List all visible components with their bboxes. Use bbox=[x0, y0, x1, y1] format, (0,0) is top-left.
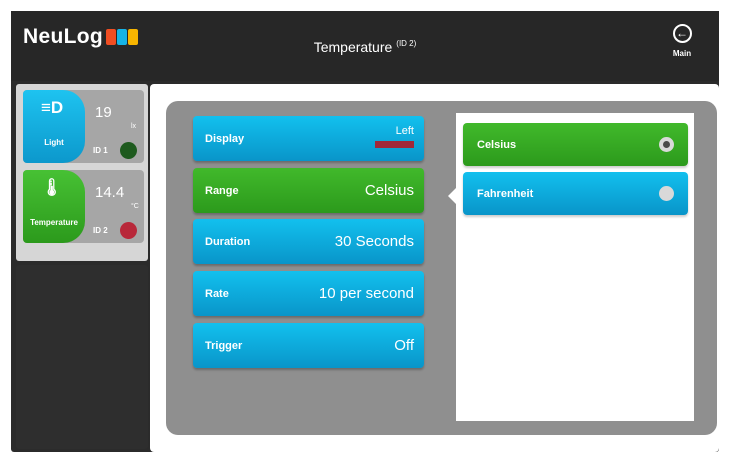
sensor-unit: °C bbox=[131, 203, 139, 210]
range-setting-button[interactable]: Range Celsius bbox=[193, 168, 424, 213]
top-bar: NeuLog Temperature (ID 2) ← Main bbox=[11, 11, 719, 81]
sensor-name: Temperature bbox=[30, 218, 78, 227]
setting-value: Off bbox=[394, 337, 414, 354]
setting-value: Celsius bbox=[364, 182, 414, 199]
setting-value: Left bbox=[395, 125, 414, 137]
range-options-list: Celsius Fahrenheit bbox=[456, 113, 694, 421]
sensor-status-dot bbox=[120, 222, 137, 239]
page-title-sensor-id: (ID 2) bbox=[396, 39, 417, 48]
sensor-card-light[interactable]: ≡D Light 19 lx ID 1 bbox=[23, 90, 144, 163]
option-fahrenheit[interactable]: Fahrenheit bbox=[463, 172, 688, 215]
setting-label: Trigger bbox=[205, 339, 243, 352]
sensor-unit: lx bbox=[131, 123, 137, 130]
sensor-name: Light bbox=[44, 138, 64, 147]
radio-unselected-icon[interactable] bbox=[659, 186, 674, 201]
setting-label: Duration bbox=[205, 235, 251, 248]
settings-panel: Display Left Range Celsius Duration 30 S… bbox=[166, 101, 717, 435]
setting-value: 30 Seconds bbox=[334, 233, 414, 250]
sensor-status-dot bbox=[120, 142, 137, 159]
display-color-swatch bbox=[375, 141, 414, 148]
setting-label: Range bbox=[205, 184, 239, 197]
page-title: Temperature (ID 2) bbox=[11, 39, 719, 55]
sensor-card-temperature[interactable]: 🌡 Temperature 14.4 °C ID 2 bbox=[23, 170, 144, 243]
sensor-tab-temperature[interactable]: 🌡 Temperature bbox=[23, 170, 85, 243]
thermometer-icon: 🌡 bbox=[41, 178, 63, 197]
display-value-group: Left bbox=[375, 125, 414, 148]
sensor-id: ID 1 bbox=[93, 146, 108, 155]
trigger-setting-button[interactable]: Trigger Off bbox=[193, 323, 424, 368]
option-label: Celsius bbox=[477, 138, 517, 151]
display-setting-button[interactable]: Display Left bbox=[193, 116, 424, 161]
sensor-id: ID 2 bbox=[93, 226, 108, 235]
setting-label: Rate bbox=[205, 287, 229, 300]
sensor-value: 19 bbox=[95, 104, 112, 121]
arrow-left-circle-icon: ← bbox=[672, 24, 692, 43]
sensor-tab-light[interactable]: ≡D Light bbox=[23, 90, 85, 163]
neulog-app: NeuLog Temperature (ID 2) ← Main ≡D Light… bbox=[11, 11, 719, 452]
duration-setting-button[interactable]: Duration 30 Seconds bbox=[193, 219, 424, 264]
light-icon: ≡D bbox=[41, 98, 64, 117]
option-label: Fahrenheit bbox=[477, 187, 534, 200]
setting-value: 10 per second bbox=[318, 285, 414, 302]
setting-label: Display bbox=[205, 132, 245, 145]
page-title-text: Temperature bbox=[313, 39, 393, 55]
settings-content: Display Left Range Celsius Duration 30 S… bbox=[150, 84, 719, 452]
main-button-label: Main bbox=[672, 49, 692, 58]
rate-setting-button[interactable]: Rate 10 per second bbox=[193, 271, 424, 316]
option-celsius[interactable]: Celsius bbox=[463, 123, 688, 166]
empty-side-panel bbox=[16, 265, 148, 449]
radio-selected-icon[interactable] bbox=[659, 137, 674, 152]
sensor-list: ≡D Light 19 lx ID 1 🌡 Temperature 14.4 °… bbox=[16, 84, 148, 261]
sensor-value: 14.4 bbox=[95, 184, 125, 201]
main-button[interactable]: ← Main bbox=[662, 24, 702, 58]
